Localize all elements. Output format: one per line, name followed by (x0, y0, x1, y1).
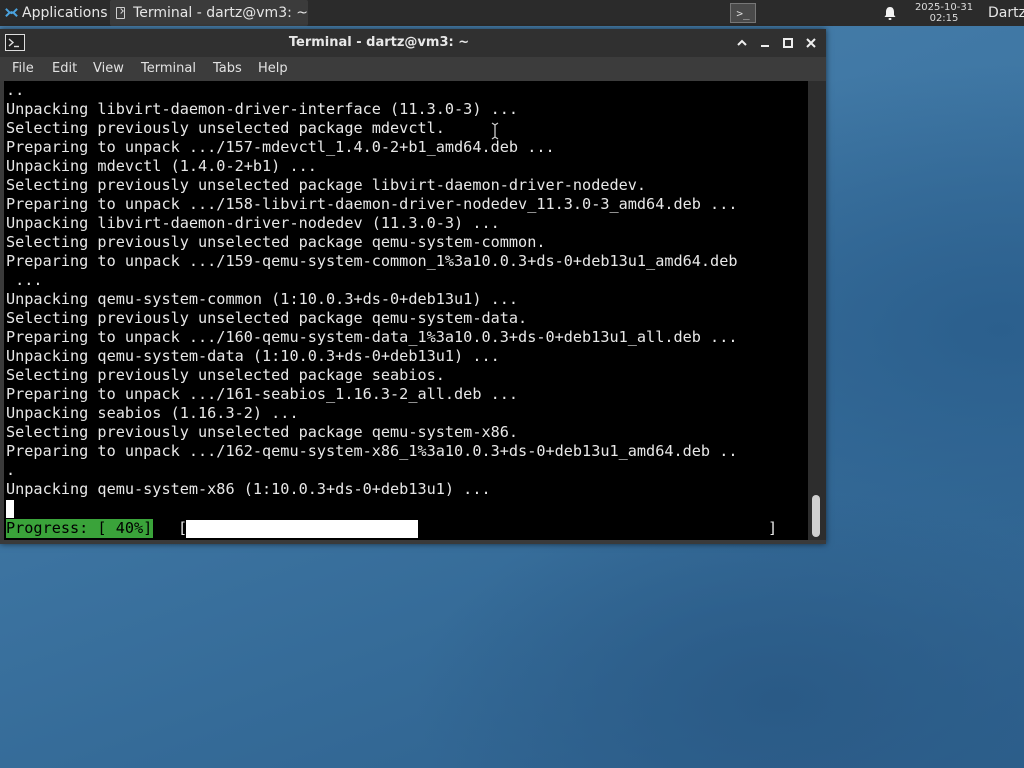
menu-terminal[interactable]: Terminal (141, 57, 196, 81)
taskbar-terminal-label: Terminal - dartz@vm3: ~ (133, 5, 308, 21)
terminal-output[interactable]: .. Unpacking libvirt-daemon-driver-inter… (4, 81, 808, 540)
notification-bell-icon[interactable] (880, 0, 900, 26)
terminal-line: Unpacking qemu-system-common (1:10.0.3+d… (6, 290, 519, 308)
taskbar-terminal-button[interactable]: Terminal - dartz@vm3: ~ (110, 0, 308, 26)
terminal-line: Unpacking libvirt-daemon-driver-nodedev … (6, 214, 500, 232)
clock-time: 02:15 (929, 13, 959, 24)
shade-button[interactable] (732, 33, 752, 53)
window-titlebar[interactable]: Terminal - dartz@vm3: ~ (0, 29, 826, 57)
minimize-icon (761, 45, 769, 47)
terminal-line: Preparing to unpack .../159-qemu-system-… (6, 252, 738, 270)
user-menu[interactable]: Dartz (988, 0, 1024, 26)
progress-bar (186, 519, 766, 538)
menu-bar: File Edit View Terminal Tabs Help (0, 57, 826, 81)
clock-date: 2025-10-31 (914, 2, 974, 13)
window-title: Terminal - dartz@vm3: ~ (288, 35, 470, 50)
progress-bar-fill (186, 520, 418, 538)
terminal-line: Selecting previously unselected package … (6, 309, 528, 327)
up-arrow-icon (737, 39, 747, 46)
maximize-button[interactable] (778, 33, 798, 53)
terminal-line: Unpacking seabios (1.16.3-2) ... (6, 404, 299, 422)
terminal-line: Preparing to unpack .../162-qemu-system-… (6, 442, 738, 460)
terminal-window: Terminal - dartz@vm3: ~ File Edit View T… (0, 29, 826, 544)
progress-label: Progress: [ 40%] (6, 519, 154, 538)
menu-help[interactable]: Help (258, 57, 288, 81)
menu-tabs[interactable]: Tabs (213, 57, 242, 81)
terminal-line: Unpacking qemu-system-data (1:10.0.3+ds-… (6, 347, 500, 365)
maximize-icon (783, 38, 793, 48)
minimize-button[interactable] (755, 33, 775, 53)
terminal-line: Selecting previously unselected package … (6, 119, 445, 137)
terminal-line: Preparing to unpack .../160-qemu-system-… (6, 328, 738, 346)
terminal-scrollbar[interactable] (808, 81, 826, 540)
progress-close-bracket: ] (768, 519, 778, 537)
terminal-line: Unpacking libvirt-daemon-driver-interfac… (6, 100, 519, 118)
terminal-line: .. (6, 81, 25, 99)
clock[interactable]: 2025-10-31 02:15 (908, 0, 980, 26)
terminal-icon (116, 7, 126, 19)
close-button[interactable] (801, 33, 821, 53)
terminal-line: Preparing to unpack .../161-seabios_1.16… (6, 385, 519, 403)
workspace-terminal-icon: >_ (730, 3, 756, 23)
close-icon (806, 38, 816, 48)
terminal-line: Selecting previously unselected package … (6, 176, 647, 194)
xfce-logo-icon (5, 7, 18, 17)
terminal-line: Selecting previously unselected package … (6, 233, 546, 251)
terminal-line: Unpacking qemu-system-x86 (1:10.0.3+ds-0… (6, 480, 491, 498)
terminal-line: Selecting previously unselected package … (6, 423, 519, 441)
text-cursor-icon (490, 121, 500, 141)
menu-view[interactable]: View (93, 57, 124, 81)
menu-edit[interactable]: Edit (52, 57, 77, 81)
progress-line: Progress: [ 40%] [ ] (6, 519, 806, 538)
scrollbar-thumb[interactable] (812, 495, 820, 537)
terminal-line: ... (6, 271, 43, 289)
terminal-cursor (6, 500, 14, 518)
applications-menu[interactable]: Applications (0, 0, 108, 26)
terminal-line: Preparing to unpack .../158-libvirt-daem… (6, 195, 738, 213)
workspace-switcher[interactable]: >_ (728, 0, 758, 26)
menu-file[interactable]: File (12, 57, 34, 81)
applications-label: Applications (22, 5, 108, 21)
terminal-line: Preparing to unpack .../157-mdevctl_1.4.… (6, 138, 555, 156)
terminal-line: . (6, 461, 16, 479)
top-panel: Applications Terminal - dartz@vm3: ~ >_ … (0, 0, 1024, 26)
terminal-line: Unpacking mdevctl (1.4.0-2+b1) ... (6, 157, 317, 175)
terminal-line: Selecting previously unselected package … (6, 366, 445, 384)
